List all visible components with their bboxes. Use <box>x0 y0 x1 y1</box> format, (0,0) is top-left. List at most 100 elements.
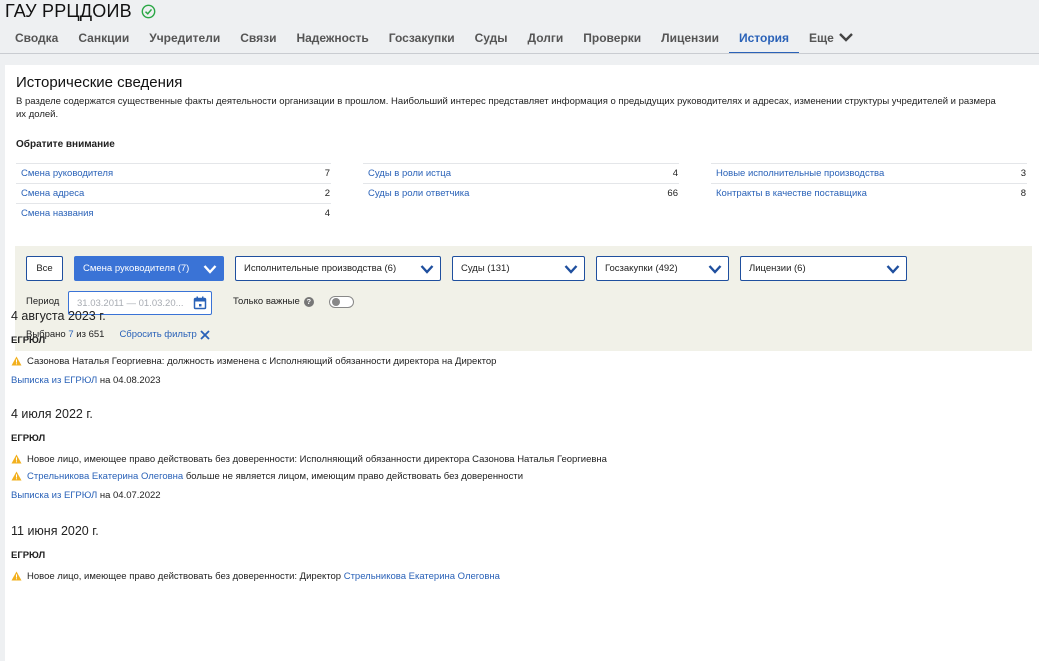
section-title: Исторические сведения <box>16 74 183 91</box>
event-item-text: больше не является лицом, имеющим право … <box>183 470 523 482</box>
attention-count: 3 <box>1020 168 1026 179</box>
person-link[interactable]: Стрельникова Екатерина Олеговна <box>27 471 183 482</box>
attention-count: 7 <box>324 168 330 179</box>
company-name: ГАУ РРЦДОИВ <box>5 0 132 21</box>
attention-count: 2 <box>324 188 330 199</box>
tab-courts[interactable]: Суды <box>465 24 518 53</box>
warning-icon <box>11 571 22 581</box>
tab-reliability[interactable]: Надежность <box>286 24 378 53</box>
filter-select-label: Исполнительные производства (6) <box>244 263 397 274</box>
attention-column-2: Суды в роли истца 4 Суды в роли ответчик… <box>363 163 679 203</box>
tab-links[interactable]: Связи <box>230 24 286 53</box>
toggle-knob <box>332 298 340 306</box>
event-group: 11 июня 2020 г. ЕГРЮЛ Новое лицо, имеюще… <box>11 524 1021 582</box>
extract-link[interactable]: Выписка из ЕГРЮЛ <box>11 490 97 501</box>
chevron-down-icon <box>839 33 853 42</box>
event-source: ЕГРЮЛ <box>11 335 46 346</box>
calendar-icon[interactable] <box>193 296 207 310</box>
chevron-down-icon <box>420 265 434 274</box>
attention-row[interactable]: Суды в роли истца 4 <box>363 163 679 183</box>
tab-founders[interactable]: Учредители <box>139 24 230 53</box>
event-source: ЕГРЮЛ <box>11 433 46 444</box>
attention-link[interactable]: Суды в роли ответчика <box>368 188 469 199</box>
attention-column-3: Новые исполнительные производства 3 Конт… <box>711 163 1027 203</box>
attention-count: 4 <box>324 208 330 219</box>
event-item-text: Новое лицо, имеющее право действовать бе… <box>27 570 344 582</box>
filter-select-label: Госзакупки (492) <box>605 263 678 274</box>
attention-link[interactable]: Смена названия <box>21 208 94 219</box>
chevron-down-icon <box>203 265 217 274</box>
attention-count: 4 <box>672 168 678 179</box>
attention-row[interactable]: Смена руководителя 7 <box>16 163 331 183</box>
header-divider <box>0 53 1039 54</box>
tab-debts[interactable]: Долги <box>518 24 574 53</box>
attention-row[interactable]: Суды в роли ответчика 66 <box>363 183 679 203</box>
attention-title: Обратите внимание <box>16 139 115 150</box>
tab-more[interactable]: Еще <box>799 24 864 53</box>
filter-select-courts[interactable]: Суды (131) <box>452 256 585 281</box>
filter-select-label: Лицензии (6) <box>749 263 806 274</box>
attention-link[interactable]: Новые исполнительные производства <box>716 168 884 179</box>
person-link[interactable]: Стрельникова Екатерина Олеговна <box>344 571 500 582</box>
event-item: Новое лицо, имеющее право действовать бе… <box>11 453 1021 465</box>
event-group: 4 августа 2023 г. ЕГРЮЛ Сазонова Наталья… <box>11 309 1021 387</box>
help-icon[interactable]: ? <box>303 296 314 307</box>
attention-row[interactable]: Новые исполнительные производства 3 <box>711 163 1027 183</box>
filter-select-licenses[interactable]: Лицензии (6) <box>740 256 907 281</box>
filter-select-label: Суды (131) <box>461 263 510 274</box>
period-label: Период <box>26 296 60 307</box>
event-item: Сазонова Наталья Георгиевна: должность и… <box>11 355 1021 367</box>
attention-count: 8 <box>1020 188 1026 199</box>
attention-link[interactable]: Смена руководителя <box>21 168 113 179</box>
filter-select-director-change[interactable]: Смена руководителя (7) <box>74 256 224 281</box>
attention-count: 66 <box>667 188 678 199</box>
header: ГАУ РРЦДОИВ Сводка Санкции Учредители Св… <box>0 0 1039 54</box>
attention-link[interactable]: Смена адреса <box>21 188 84 199</box>
important-only-toggle[interactable] <box>329 296 354 308</box>
event-item-text: Сазонова Наталья Георгиевна: должность и… <box>27 355 497 367</box>
warning-icon <box>11 356 22 366</box>
tab-sanctions[interactable]: Санкции <box>68 24 139 53</box>
event-date: 11 июня 2020 г. <box>11 524 99 538</box>
event-date: 4 июля 2022 г. <box>11 407 93 421</box>
warning-icon <box>11 454 22 464</box>
event-item: Новое лицо, имеющее право действовать бе… <box>11 570 1021 582</box>
extract-date: на 04.07.2022 <box>99 490 161 501</box>
section-description: В разделе содержатся существенные факты … <box>16 96 996 120</box>
event-date: 4 августа 2023 г. <box>11 309 106 323</box>
tab-inspections[interactable]: Проверки <box>573 24 651 53</box>
event-item: Стрельникова Екатерина Олеговна больше н… <box>11 470 1021 482</box>
tab-summary[interactable]: Сводка <box>5 24 68 53</box>
events-list: 4 августа 2023 г. ЕГРЮЛ Сазонова Наталья… <box>11 309 1021 582</box>
tabs: Сводка Санкции Учредители Связи Надежнос… <box>5 24 864 54</box>
attention-row[interactable]: Смена адреса 2 <box>16 183 331 203</box>
title-row: ГАУ РРЦДОИВ <box>5 0 156 22</box>
extract-date: на 04.08.2023 <box>99 375 161 386</box>
tab-procurement[interactable]: Госзакупки <box>379 24 465 53</box>
attention-row[interactable]: Смена названия 4 <box>16 203 331 223</box>
attention-column-1: Смена руководителя 7 Смена адреса 2 Смен… <box>16 163 331 223</box>
warning-icon <box>11 471 22 481</box>
chevron-down-icon <box>564 265 578 274</box>
check-circle-icon <box>141 4 156 18</box>
event-item-text: Новое лицо, имеющее право действовать бе… <box>27 453 607 465</box>
tab-history[interactable]: История <box>728 24 800 54</box>
attention-link[interactable]: Контракты в качестве поставщика <box>716 188 867 199</box>
event-extract: Выписка из ЕГРЮЛ на 04.08.2023 <box>11 375 1021 387</box>
event-source: ЕГРЮЛ <box>11 550 46 561</box>
tab-licenses[interactable]: Лицензии <box>651 24 729 53</box>
attention-row[interactable]: Контракты в качестве поставщика 8 <box>711 183 1027 203</box>
event-group: 4 июля 2022 г. ЕГРЮЛ Новое лицо, имеющее… <box>11 407 1021 502</box>
chevron-down-icon <box>708 265 722 274</box>
extract-link[interactable]: Выписка из ЕГРЮЛ <box>11 375 97 386</box>
period-placeholder: 31.03.2011 — 01.03.20... <box>77 297 184 309</box>
attention-link[interactable]: Суды в роли истца <box>368 168 451 179</box>
important-only-label: Только важные ? <box>233 296 314 307</box>
event-extract: Выписка из ЕГРЮЛ на 04.07.2022 <box>11 490 1021 502</box>
chevron-down-icon <box>886 265 900 274</box>
filter-select-enforcement[interactable]: Исполнительные производства (6) <box>235 256 441 281</box>
filter-select-label: Смена руководителя (7) <box>83 263 190 274</box>
filter-select-procurement[interactable]: Госзакупки (492) <box>596 256 729 281</box>
important-only-text: Только важные <box>233 296 300 307</box>
filter-all-button[interactable]: Все <box>26 256 63 281</box>
